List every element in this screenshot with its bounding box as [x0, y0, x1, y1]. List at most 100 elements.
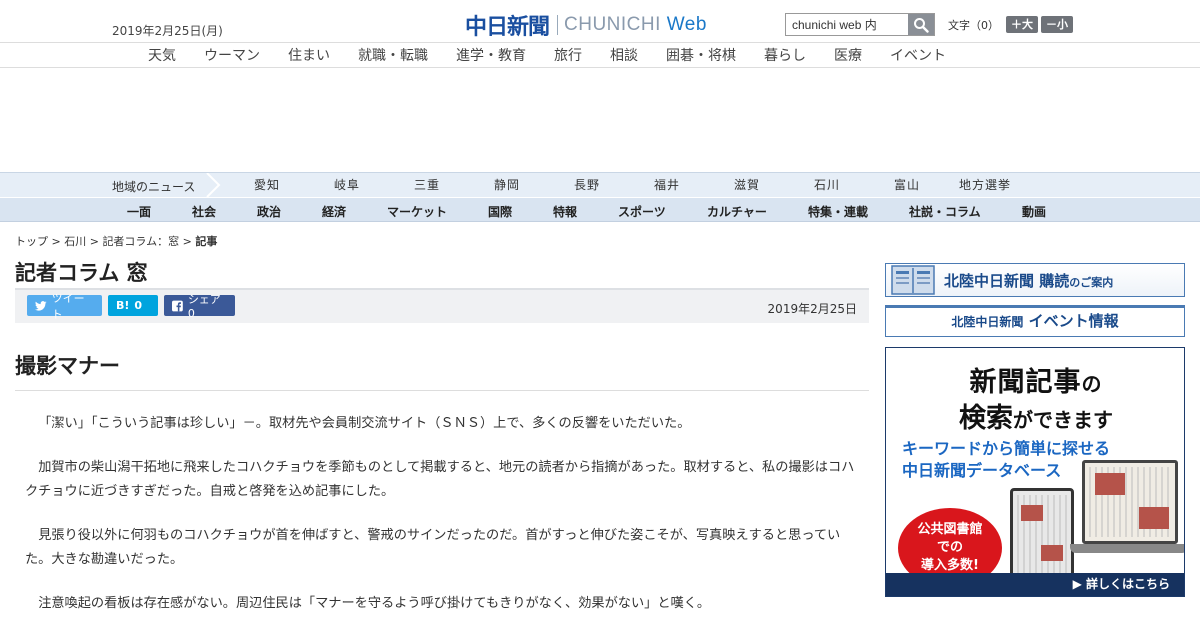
ad-line-1b: の [1081, 372, 1103, 396]
section-item[interactable]: 動画 [1022, 203, 1046, 220]
laptop-base [1070, 544, 1184, 553]
section-item[interactable]: 社会 [192, 203, 216, 220]
logo-divider [557, 15, 559, 35]
ad-line-1a: 新聞記事 [969, 367, 1082, 398]
breadcrumb-link[interactable]: 石川 [64, 235, 86, 248]
topnav-item[interactable]: 相談 [610, 45, 638, 65]
ad-line-4: 中日新聞データベース [902, 461, 1062, 480]
topnav-item[interactable]: ウーマン [204, 45, 260, 65]
breadcrumb-link[interactable]: トップ [15, 235, 48, 248]
subscribe-small: のご案内 [1069, 275, 1114, 289]
region-item[interactable]: 岐阜 [334, 176, 360, 193]
section-item[interactable]: 社説・コラム [909, 203, 981, 220]
ad-subtitle: キーワードから簡単に探せる 中日新聞データベース [902, 438, 1110, 482]
badge-line-1: 公共図書館 [917, 522, 983, 537]
twitter-icon [35, 300, 47, 311]
section-item[interactable]: 特報 [553, 203, 577, 220]
breadcrumb-sep: > [179, 235, 196, 248]
section-item[interactable]: 特集・連載 [808, 203, 868, 220]
section-nav: 一面 社会 政治 経済 マーケット 国際 特報 スポーツ カルチャー 特集・連載… [0, 197, 1200, 222]
section-item[interactable]: 経済 [322, 203, 346, 220]
ad-line-1: 新聞記事の [886, 360, 1184, 399]
breadcrumb-sep: > [86, 235, 103, 248]
article-paragraph: 見張り役以外に何羽ものコハクチョウが首を伸ばすと、警戒のサインだったのだ。首がす… [25, 528, 841, 567]
header-date: 2019年2月25日(月) [112, 24, 223, 38]
logo-en-prefix: CHUNICHI [564, 14, 667, 35]
topnav-item[interactable]: 旅行 [554, 45, 582, 65]
site-search [785, 13, 935, 36]
topnav-item[interactable]: 囲碁・将棋 [666, 45, 736, 65]
article-date: 2019年2月25日 [767, 302, 857, 316]
font-size-increase-button[interactable]: ＋大 [1006, 16, 1038, 33]
subscribe-banner[interactable]: 北陸中日新聞 購読のご案内 [885, 263, 1185, 297]
section-item[interactable]: カルチャー [707, 203, 767, 220]
search-icon [914, 17, 929, 33]
article-paragraph: 「潔い」「こういう記事は珍しい」－。取材先や会員制交流サイト（ＳＮＳ）上で、多く… [38, 416, 691, 431]
database-ad-banner[interactable]: 新聞記事の 検索ができます キーワードから簡単に探せる 中日新聞データベース 公… [885, 347, 1185, 597]
region-item[interactable]: 三重 [414, 176, 440, 193]
logo-jp: 中日新聞 [465, 14, 550, 40]
share-bar: ツイート B! 0 シェア 0 2019年2月25日 [15, 288, 869, 323]
ad-more-link[interactable]: ▶ 詳しくはこちら [886, 573, 1184, 596]
ad-line-2b: ができます [1013, 408, 1113, 432]
badge-line-2: での [936, 540, 963, 555]
breadcrumb-link[interactable]: 記者コラム：窓 [102, 235, 179, 248]
hatena-count: 0 [134, 299, 143, 312]
breadcrumb-sep: > [48, 235, 65, 248]
font-size-decrease-button[interactable]: －小 [1041, 16, 1073, 33]
region-item[interactable]: 愛知 [254, 176, 280, 193]
book-icon [891, 265, 935, 295]
column-title: 記者コラム 窓 [15, 261, 148, 285]
laptop-image [1082, 460, 1178, 544]
article-headline: 撮影マナー [15, 354, 120, 378]
chevron-right-icon [206, 173, 221, 197]
tweet-button[interactable]: ツイート [27, 292, 102, 321]
section-item[interactable]: 政治 [257, 203, 281, 220]
font-size-control: 文字 （0） ＋大 －小 [948, 16, 1073, 33]
font-size-value: （0） [970, 18, 999, 32]
topnav-item[interactable]: 就職・転職 [358, 45, 428, 65]
hatena-bookmark-button[interactable]: B! 0 [108, 295, 158, 316]
region-item[interactable]: 地方選挙 [959, 176, 1011, 193]
subscribe-main: 北陸中日新聞 購 [944, 271, 1055, 290]
region-nav: 地域のニュース 愛知 岐阜 三重 静岡 長野 福井 滋賀 石川 富山 地方選挙 [0, 172, 1200, 197]
region-item[interactable]: 富山 [894, 176, 920, 193]
event-info-banner[interactable]: 北陸中日新聞 イベント情報 [885, 305, 1185, 337]
tweet-label: ツイート [51, 291, 85, 321]
section-item[interactable]: スポーツ [618, 203, 666, 220]
facebook-share-button[interactable]: シェア 0 [164, 293, 235, 320]
section-item[interactable]: 一面 [127, 203, 151, 220]
topnav-item[interactable]: 住まい [288, 45, 330, 65]
topnav-item[interactable]: 暮らし [764, 45, 806, 65]
search-input[interactable] [786, 14, 908, 35]
topnav-item[interactable]: 医療 [834, 45, 862, 65]
site-logo[interactable]: 中日新聞 CHUNICHI Web [465, 9, 707, 41]
section-item[interactable]: 国際 [488, 203, 512, 220]
ad-line-2a: 検索 [959, 403, 1013, 434]
section-item[interactable]: マーケット [387, 203, 447, 220]
region-item[interactable]: 静岡 [494, 176, 520, 193]
topnav-item[interactable]: 天気 [148, 45, 176, 65]
article-body: 「潔い」「こういう記事は珍しい」－。取材先や会員制交流サイト（ＳＮＳ）上で、多く… [25, 412, 860, 630]
font-size-label: 文字 [948, 18, 970, 32]
event-info-main: イベント情報 [1023, 312, 1119, 330]
facebook-share-label: シェア 0 [187, 293, 221, 320]
region-item[interactable]: 石川 [814, 176, 840, 193]
region-item[interactable]: 福井 [654, 176, 680, 193]
topnav-item[interactable]: イベント [890, 45, 946, 65]
event-info-prefix: 北陸中日新聞 [951, 315, 1024, 329]
site-header: 2019年2月25日(月) 中日新聞 CHUNICHI Web 文字 （0） ＋… [0, 0, 1200, 42]
headline-divider [15, 390, 869, 391]
ad-line-3: キーワードから簡単に探せる [902, 439, 1111, 458]
region-item[interactable]: 長野 [574, 176, 600, 193]
search-button[interactable] [908, 14, 934, 35]
logo-en: CHUNICHI Web [564, 14, 707, 36]
article-paragraph: 加賀市の柴山潟干拓地に飛来したコハクチョウを季節ものとして掲載すると、地元の読者… [25, 460, 855, 499]
top-nav: 天気 ウーマン 住まい 就職・転職 進学・教育 旅行 相談 囲碁・将棋 暮らし … [0, 42, 1200, 68]
region-item[interactable]: 滋賀 [734, 176, 760, 193]
facebook-icon [172, 300, 183, 311]
ad-line-2: 検索ができます [886, 396, 1184, 435]
topnav-item[interactable]: 進学・教育 [456, 45, 526, 65]
hatena-icon: B! [116, 299, 130, 312]
logo-en-suffix: Web [666, 14, 707, 35]
